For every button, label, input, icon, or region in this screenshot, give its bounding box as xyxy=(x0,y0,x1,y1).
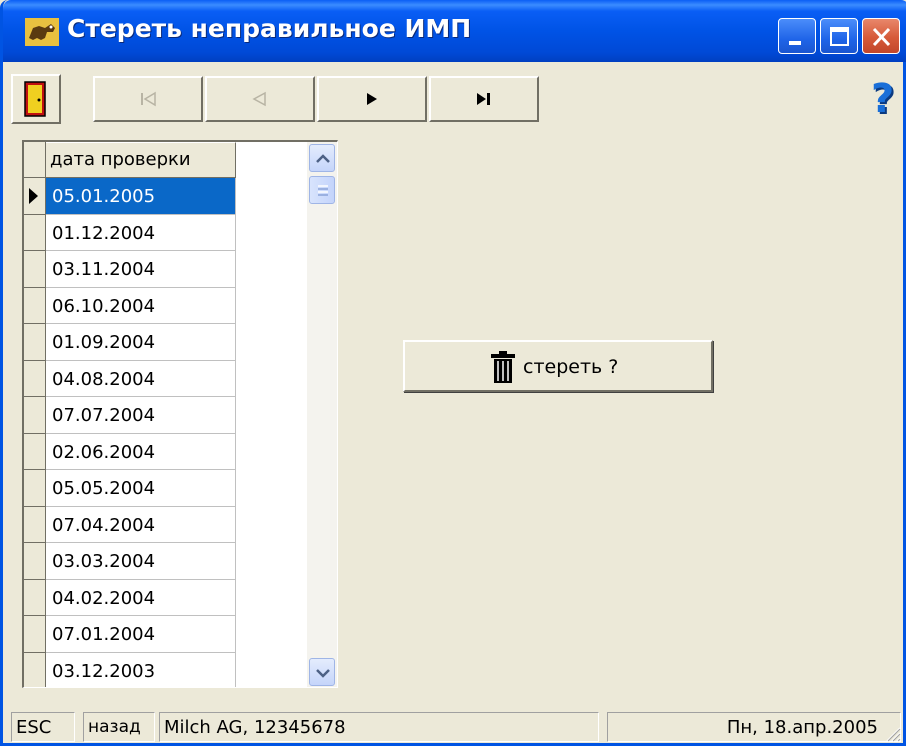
date-cell[interactable]: 07.04.2004 xyxy=(46,506,236,543)
prior-record-button[interactable] xyxy=(205,76,315,122)
navigator-toolbar: ? xyxy=(11,70,901,130)
table-row[interactable]: 01.09.2004 xyxy=(24,324,236,361)
application-window: Стереть неправильное ИМП ? дата проверки… xyxy=(0,0,906,746)
grid-header: дата проверки xyxy=(24,142,236,178)
skip-last-icon xyxy=(477,93,490,105)
indicator-header xyxy=(24,142,46,178)
table-row[interactable]: 07.07.2004 xyxy=(24,397,236,434)
minimize-button[interactable] xyxy=(778,18,816,54)
table-row[interactable]: 05.01.2005 xyxy=(24,178,236,215)
date-cell[interactable]: 03.03.2004 xyxy=(46,543,236,580)
scroll-thumb[interactable] xyxy=(309,176,335,204)
column-header-date[interactable]: дата проверки xyxy=(46,142,236,178)
table-row[interactable]: 04.02.2004 xyxy=(24,579,236,616)
help-button[interactable]: ? xyxy=(865,76,901,122)
title-bar[interactable]: Стереть неправильное ИМП xyxy=(3,0,906,62)
row-indicator[interactable] xyxy=(24,360,46,397)
date-cell[interactable]: 07.01.2004 xyxy=(46,616,236,653)
minimize-icon xyxy=(789,41,801,45)
row-indicator[interactable] xyxy=(24,287,46,324)
skip-first-icon xyxy=(141,91,156,107)
table-row[interactable]: 06.10.2004 xyxy=(24,287,236,324)
status-date: Пн, 18.апр.2005 xyxy=(607,712,901,742)
close-icon xyxy=(872,27,891,47)
scroll-up-button[interactable] xyxy=(309,144,335,172)
door-exit-icon xyxy=(24,81,46,117)
row-indicator[interactable] xyxy=(24,543,46,580)
row-indicator[interactable] xyxy=(24,214,46,251)
delete-button[interactable]: стереть ? xyxy=(403,340,713,392)
dates-grid[interactable]: дата проверки 05.01.2005 01.12.2004 03.11.… xyxy=(22,140,338,688)
maximize-button[interactable] xyxy=(820,18,858,54)
table-row[interactable]: 03.12.2003 xyxy=(24,652,236,687)
next-record-button[interactable] xyxy=(317,76,427,122)
date-cell[interactable]: 03.11.2004 xyxy=(46,251,236,288)
row-indicator[interactable] xyxy=(24,616,46,653)
status-bar: ESC назад Milch AG, 12345678 Пн, 18.апр.… xyxy=(11,712,901,744)
delete-button-label: стереть ? xyxy=(523,356,619,378)
row-indicator[interactable] xyxy=(24,397,46,434)
date-cell[interactable]: 04.08.2004 xyxy=(46,360,236,397)
row-indicator[interactable] xyxy=(24,324,46,361)
arrow-left-icon xyxy=(252,91,266,107)
table-row[interactable]: 03.03.2004 xyxy=(24,543,236,580)
date-cell[interactable]: 01.09.2004 xyxy=(46,324,236,361)
help-icon: ? xyxy=(871,76,895,122)
table-row[interactable]: 03.11.2004 xyxy=(24,251,236,288)
row-indicator[interactable] xyxy=(24,579,46,616)
table-row[interactable]: 05.05.2004 xyxy=(24,470,236,507)
table-row[interactable]: 01.12.2004 xyxy=(24,214,236,251)
date-cell[interactable]: 03.12.2003 xyxy=(46,652,236,687)
chevron-down-icon xyxy=(316,669,330,678)
grid-body: 05.01.2005 01.12.2004 03.11.2004 06.10.2004… xyxy=(24,178,236,687)
exit-button[interactable] xyxy=(11,74,61,124)
first-record-button[interactable] xyxy=(93,76,203,122)
table-row[interactable]: 07.01.2004 xyxy=(24,616,236,653)
vertical-scrollbar[interactable] xyxy=(307,142,337,687)
table-row[interactable]: 04.08.2004 xyxy=(24,360,236,397)
row-indicator[interactable] xyxy=(24,470,46,507)
window-title: Стереть неправильное ИМП xyxy=(67,14,472,43)
scroll-down-button[interactable] xyxy=(309,658,335,686)
status-esc[interactable]: ESC xyxy=(11,712,75,742)
date-cell[interactable]: 02.06.2004 xyxy=(46,433,236,470)
date-cell[interactable]: 04.02.2004 xyxy=(46,579,236,616)
row-indicator[interactable] xyxy=(24,178,46,215)
grip-lines-icon xyxy=(318,185,328,196)
row-indicator[interactable] xyxy=(24,433,46,470)
maximize-icon xyxy=(830,27,849,46)
resize-grip-icon[interactable] xyxy=(883,724,901,742)
status-back[interactable]: назад xyxy=(83,712,155,742)
trash-icon xyxy=(491,351,515,383)
table-row[interactable]: 07.04.2004 xyxy=(24,506,236,543)
table-row[interactable]: 02.06.2004 xyxy=(24,433,236,470)
date-cell[interactable]: 07.07.2004 xyxy=(46,397,236,434)
arrow-right-icon xyxy=(367,93,377,105)
app-icon xyxy=(25,18,59,46)
row-indicator[interactable] xyxy=(24,251,46,288)
date-cell[interactable]: 05.01.2005 xyxy=(46,178,236,215)
chevron-up-icon xyxy=(316,154,330,163)
row-indicator[interactable] xyxy=(24,506,46,543)
status-company-info: Milch AG, 12345678 xyxy=(159,712,599,742)
row-indicator[interactable] xyxy=(24,652,46,687)
date-cell[interactable]: 01.12.2004 xyxy=(46,214,236,251)
close-button[interactable] xyxy=(862,18,900,54)
current-row-arrow-icon xyxy=(29,188,38,204)
date-cell[interactable]: 05.05.2004 xyxy=(46,470,236,507)
last-record-button[interactable] xyxy=(429,76,539,122)
date-cell[interactable]: 06.10.2004 xyxy=(46,287,236,324)
